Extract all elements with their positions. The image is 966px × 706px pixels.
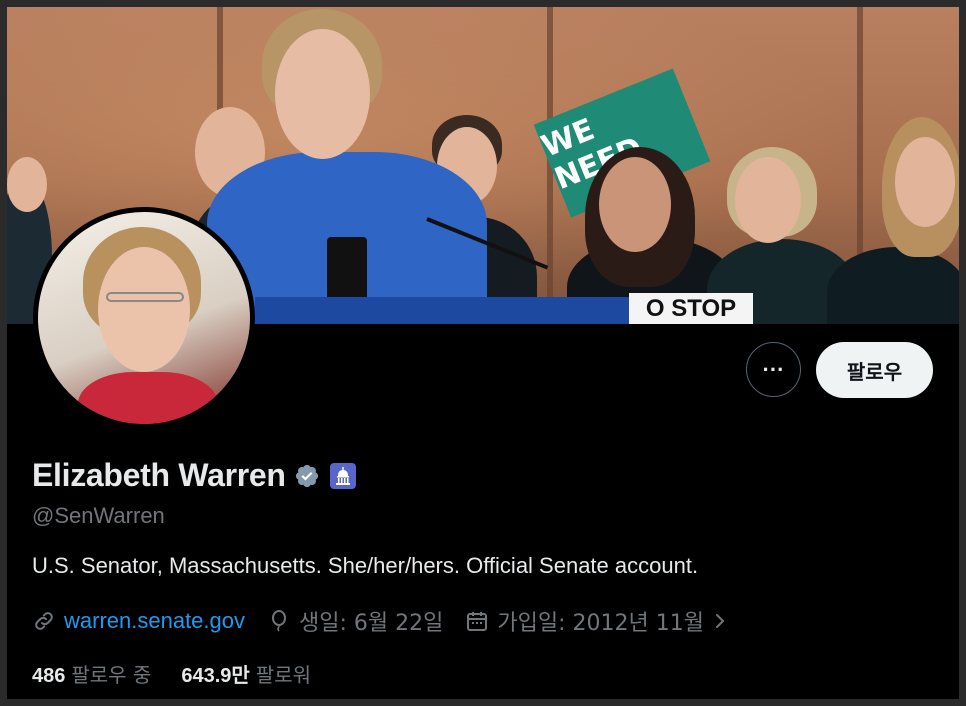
more-dots-icon: ···	[762, 356, 785, 382]
profile-name-row: Elizabeth Warren	[32, 457, 356, 494]
following-count: 486	[32, 665, 66, 687]
calendar-icon	[467, 612, 488, 631]
joined-item: 가입일: 2012년 11월	[465, 605, 738, 637]
joined-text: 가입일: 2012년 11월	[497, 611, 704, 636]
capitol-glyph	[335, 466, 350, 485]
chevron-right-icon[interactable]	[710, 611, 730, 631]
banner-person-head	[895, 137, 955, 227]
avatar-jacket	[78, 372, 218, 424]
profile-counts: 486 팔로우 중 643.9만 팔로워	[32, 659, 341, 688]
profile-meta-row: warren.senate.gov 생일: 6월 22일 가입일: 2012년 …	[32, 605, 760, 637]
profile-avatar[interactable]	[33, 207, 255, 429]
birthday-item: 생일: 6월 22일	[267, 605, 443, 637]
capitol-icon[interactable]	[329, 462, 356, 489]
profile-bio: U.S. Senator, Massachusetts. She/her/her…	[32, 553, 699, 578]
banner-podium	[255, 297, 635, 324]
verified-badge-icon[interactable]	[294, 463, 320, 489]
avatar-photo	[38, 212, 250, 424]
avatar-face	[98, 247, 190, 372]
follow-button-label: 팔로우	[846, 359, 903, 384]
banner-person-head	[7, 157, 47, 212]
banner-stop-text: O STOP	[645, 294, 737, 322]
balloon-icon	[272, 610, 286, 632]
banner-person-head	[735, 157, 801, 243]
profile-display-name: Elizabeth Warren	[32, 457, 286, 493]
banner-person	[827, 247, 959, 324]
following-label: 팔로우 중	[71, 663, 152, 687]
birthday-text: 생일: 6월 22일	[299, 611, 444, 636]
follow-button[interactable]: 팔로우	[816, 342, 933, 398]
followers-label: 팔로워	[255, 663, 311, 687]
link-icon	[35, 612, 53, 630]
avatar-glasses	[106, 292, 184, 302]
followers-count-link[interactable]: 643.9만 팔로워	[181, 659, 311, 688]
profile-page: WE NEED O STOP ··· 팔로우 Elizabeth Warren …	[7, 7, 959, 699]
more-options-button[interactable]: ···	[746, 342, 801, 397]
banner-stop-sign: O STOP	[629, 293, 753, 324]
banner-person-head	[599, 157, 671, 252]
following-count-link[interactable]: 486 팔로우 중	[32, 659, 151, 688]
followers-count: 643.9만	[181, 665, 250, 687]
website-link[interactable]: warren.senate.gov	[64, 608, 245, 634]
profile-handle: @SenWarren	[32, 503, 165, 528]
banner-speaker-head	[275, 29, 370, 159]
website-item: warren.senate.gov	[32, 608, 245, 634]
